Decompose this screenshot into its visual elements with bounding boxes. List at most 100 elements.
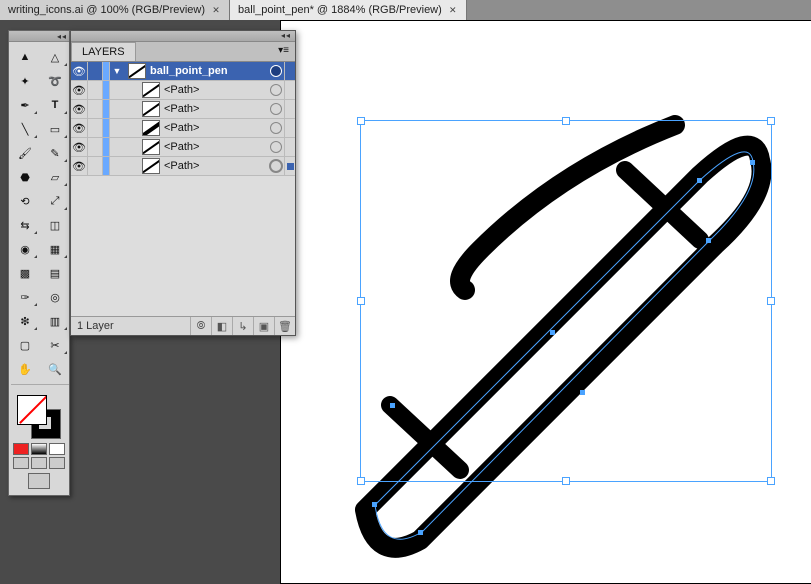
visibility-icon[interactable]: 👁 [71,81,88,99]
twisty-icon[interactable]: ▼ [110,66,124,76]
none-mode-button[interactable] [49,443,65,455]
scale-tool[interactable]: ⤢ [41,190,69,212]
document-tab-bar: writing_icons.ai @ 100% (RGB/Preview) ✕ … [0,0,811,20]
mesh-tool[interactable]: ▩ [11,262,39,284]
panel-grip[interactable]: ◂◂ [71,31,295,42]
visibility-icon[interactable]: 👁 [71,62,88,80]
lock-column[interactable] [88,157,103,175]
blend-tool[interactable]: ◎ [41,286,69,308]
layer-row[interactable]: 👁 <Path> [71,100,295,119]
layer-name[interactable]: <Path> [164,141,268,153]
make-clipping-mask-icon[interactable]: ◧ [211,317,232,335]
draw-mode-button[interactable] [13,457,29,469]
color-mode-button[interactable] [13,443,29,455]
document-tab[interactable]: writing_icons.ai @ 100% (RGB/Preview) ✕ [0,0,230,20]
lasso-tool[interactable]: ➰ [41,70,69,92]
target-icon[interactable] [268,141,284,153]
slice-tool[interactable]: ✂ [41,334,69,356]
paintbrush-tool[interactable]: 🖌 [11,142,39,164]
document-tab-label: ball_point_pen* @ 1884% (RGB/Preview) [238,4,442,16]
shape-builder-tool[interactable]: ◉ [11,238,39,260]
draw-mode-button[interactable] [49,457,65,469]
visibility-icon[interactable]: 👁 [71,157,88,175]
selection-indicator[interactable] [284,119,295,137]
eyedropper-tool[interactable]: ✑ [11,286,39,308]
width-tool[interactable]: ⇆ [11,214,39,236]
fill-swatch[interactable] [17,395,47,425]
layer-thumbnail[interactable] [142,82,160,98]
delete-layer-icon[interactable]: 🗑 [274,317,295,335]
target-icon[interactable] [268,84,284,96]
line-tool[interactable]: ╲ [11,118,39,140]
symbol-sprayer-tool[interactable]: ❇ [11,310,39,332]
target-icon[interactable] [268,122,284,134]
free-transform-tool[interactable]: ◫ [41,214,69,236]
perspective-tool[interactable]: ▦ [41,238,69,260]
close-icon[interactable]: ✕ [211,5,221,15]
draw-mode-button[interactable] [31,457,47,469]
layer-row[interactable]: 👁 <Path> [71,157,295,176]
selection-indicator[interactable] [284,157,295,175]
selection-indicator[interactable] [284,81,295,99]
rotate-tool[interactable]: ⟲ [11,190,39,212]
type-tool[interactable]: T [41,94,69,116]
pencil-tool[interactable]: ✎ [41,142,69,164]
visibility-icon[interactable]: 👁 [71,119,88,137]
zoom-tool[interactable]: 🔍 [41,358,69,380]
selection-bounding-box[interactable] [360,120,772,482]
artboard-tool[interactable]: ▢ [11,334,39,356]
layers-panel[interactable]: ◂◂ LAYERS ▾≡ 👁 ▼ ball_point_pen 👁 <Path> [70,30,296,336]
layer-thumbnail[interactable] [142,139,160,155]
tools-grid: ▲ △ ✦ ➰ ✒ T ╲ ▭ 🖌 ✎ ⬣ ▱ ⟲ ⤢ ⇆ ◫ ◉ ▦ ▩ ▤ … [9,42,69,391]
target-icon[interactable] [268,65,284,77]
artboard[interactable] [280,20,811,584]
new-layer-icon[interactable]: ▣ [253,317,274,335]
selection-indicator[interactable] [284,62,295,80]
panel-grip[interactable]: ◂◂ [9,31,69,42]
hand-tool[interactable]: ✋ [11,358,39,380]
lock-column[interactable] [88,138,103,156]
magic-wand-tool[interactable]: ✦ [11,70,39,92]
target-icon[interactable] [268,103,284,115]
column-graph-tool[interactable]: ▥ [41,310,69,332]
gradient-mode-button[interactable] [31,443,47,455]
tools-panel[interactable]: ◂◂ ▲ △ ✦ ➰ ✒ T ╲ ▭ 🖌 ✎ ⬣ ▱ ⟲ ⤢ ⇆ ◫ ◉ ▦ ▩… [8,30,70,496]
selection-indicator[interactable] [284,138,295,156]
direct-selection-tool[interactable]: △ [41,46,69,68]
screen-mode-button[interactable] [28,473,50,489]
lock-column[interactable] [88,100,103,118]
new-sublayer-icon[interactable]: ↳ [232,317,253,335]
selection-tool[interactable]: ▲ [11,46,39,68]
blob-brush-tool[interactable]: ⬣ [11,166,39,188]
layer-thumbnail[interactable] [142,158,160,174]
layer-thumbnail[interactable] [128,63,146,79]
pen-tool[interactable]: ✒ [11,94,39,116]
layer-name[interactable]: <Path> [164,103,268,115]
target-icon[interactable] [268,159,284,173]
fill-stroke-swatch[interactable] [17,395,61,439]
layer-thumbnail[interactable] [142,101,160,117]
lock-column[interactable] [88,62,103,80]
eraser-tool[interactable]: ▱ [41,166,69,188]
visibility-icon[interactable]: 👁 [71,138,88,156]
selection-indicator[interactable] [284,100,295,118]
visibility-icon[interactable]: 👁 [71,100,88,118]
lock-column[interactable] [88,119,103,137]
layer-row[interactable]: 👁 <Path> [71,119,295,138]
layer-row[interactable]: 👁 ▼ ball_point_pen [71,62,295,81]
close-icon[interactable]: ✕ [448,5,458,15]
panel-tab-layers[interactable]: LAYERS [71,42,136,61]
layer-row[interactable]: 👁 <Path> [71,81,295,100]
layer-name[interactable]: ball_point_pen [150,65,268,77]
document-tab[interactable]: ball_point_pen* @ 1884% (RGB/Preview) ✕ [230,0,467,20]
panel-menu-icon[interactable]: ▾≡ [272,42,295,61]
layer-name[interactable]: <Path> [164,122,268,134]
layer-thumbnail[interactable] [142,120,160,136]
layer-name[interactable]: <Path> [164,84,268,96]
layer-row[interactable]: 👁 <Path> [71,138,295,157]
locate-object-icon[interactable]: ⦾ [190,317,211,335]
lock-column[interactable] [88,81,103,99]
rectangle-tool[interactable]: ▭ [41,118,69,140]
gradient-tool[interactable]: ▤ [41,262,69,284]
layer-name[interactable]: <Path> [164,160,268,172]
